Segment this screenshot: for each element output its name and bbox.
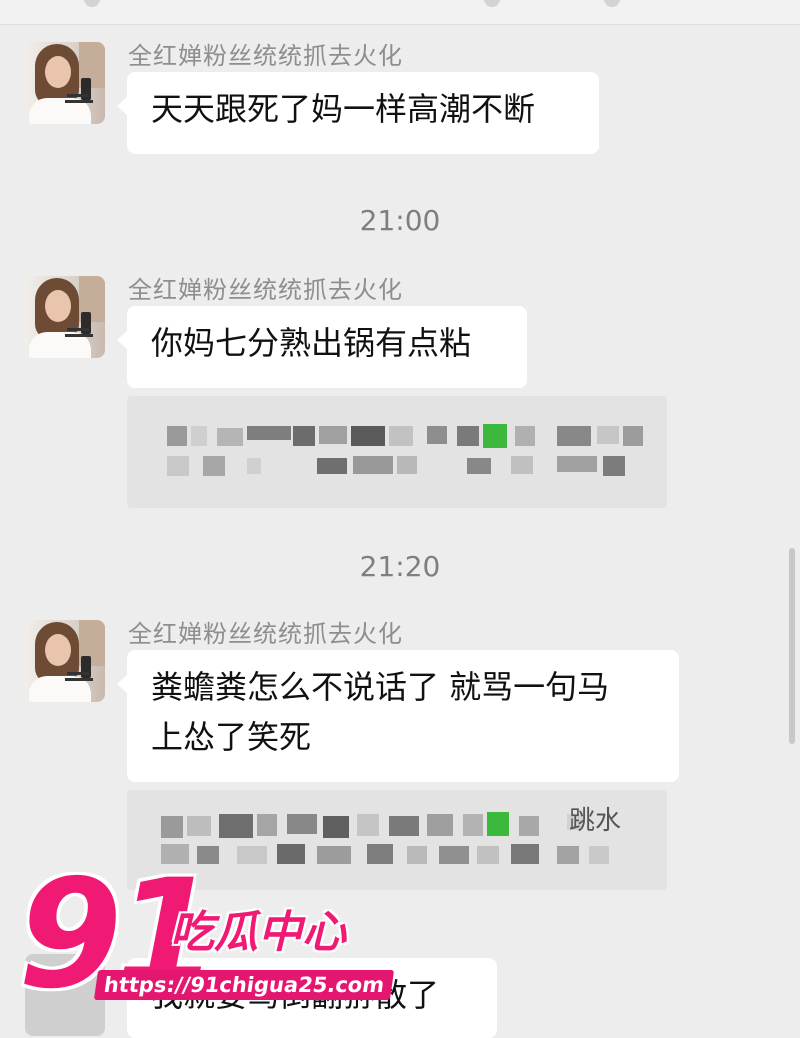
timestamp: 21:00 <box>359 204 441 237</box>
top-icon <box>84 0 100 7</box>
redacted-quote <box>127 396 667 508</box>
sender-name: 全红婵粉丝统统抓去火化 <box>128 620 403 648</box>
watermark-logo: 91 吃瓜中心 https://91chigua25.com <box>0 850 420 1034</box>
sender-avatar[interactable] <box>25 620 105 702</box>
message-bubble[interactable]: 你妈七分熟出锅有点粘 <box>117 306 527 388</box>
message-bubble[interactable]: 天天跟死了妈一样高潮不断 <box>117 72 599 154</box>
message-text: 你妈七分熟出锅有点粘 <box>151 324 472 362</box>
top-bar <box>0 0 800 25</box>
message-bubble[interactable]: 粪蟾粪怎么不说话了 就骂一句马 上怂了笑死 <box>117 650 679 782</box>
message-text-line: 上怂了笑死 <box>151 718 312 756</box>
sender-name: 全红婵粉丝统统抓去火化 <box>128 42 403 70</box>
message-text: 天天跟死了妈一样高潮不断 <box>151 90 536 128</box>
sender-avatar[interactable] <box>25 42 105 124</box>
sender-name: 全红婵粉丝统统抓去火化 <box>128 276 403 304</box>
sender-avatar[interactable] <box>25 276 105 358</box>
watermark-url: https://91chigua25.com <box>93 970 395 1000</box>
top-icon <box>604 0 620 7</box>
message-text-line: 粪蟾粪怎么不说话了 就骂一句马 <box>151 668 610 706</box>
scrollbar[interactable] <box>789 548 795 744</box>
top-icon <box>484 0 500 7</box>
quote-visible-text: 跳水 <box>568 806 621 836</box>
timestamp: 21:20 <box>359 550 441 583</box>
watermark-brand: 吃瓜中心 <box>170 907 346 958</box>
